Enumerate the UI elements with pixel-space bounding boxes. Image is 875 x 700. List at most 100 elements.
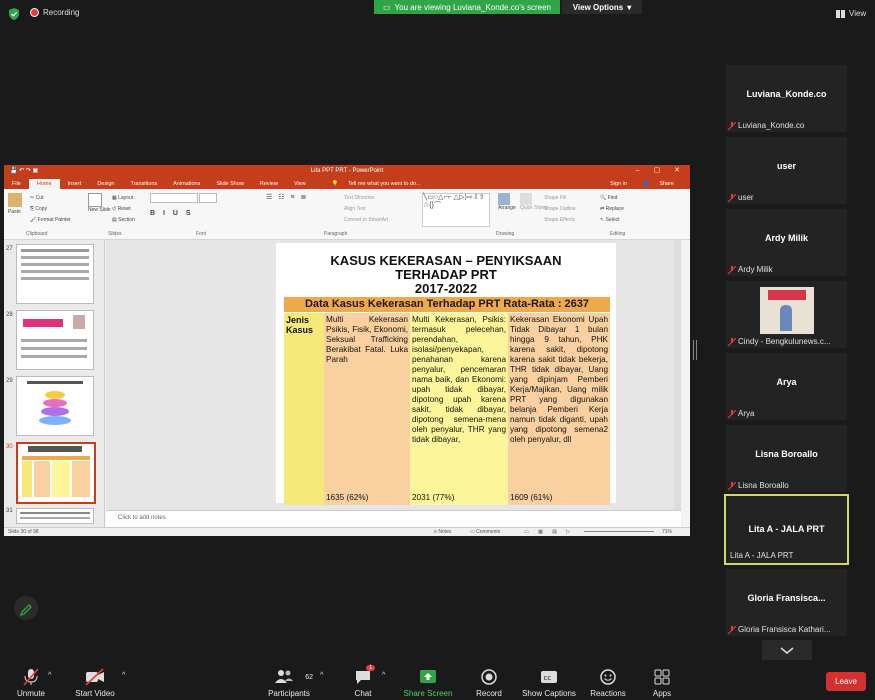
slide-thumbnail-30-selected[interactable]	[16, 442, 96, 504]
unmute-button[interactable]: Unmute	[14, 668, 48, 698]
chat-button[interactable]: 1 Chat	[348, 665, 378, 698]
font-size-select[interactable]	[199, 193, 218, 203]
tab-view[interactable]: View	[286, 179, 314, 189]
view-mode-buttons[interactable]: ▭ ▦ ▤ ▷	[524, 529, 574, 535]
split-divider-handle[interactable]	[693, 340, 697, 360]
paragraph-group-label: Paragraph	[324, 231, 348, 237]
replace-button[interactable]: ⇄ Replace	[600, 204, 624, 215]
tab-transitions[interactable]: Transitions	[122, 179, 165, 189]
shape-fill-button[interactable]: Shape Fill	[544, 193, 576, 204]
participant-tile[interactable]: Gloria Fransisca... Gloria Fransisca Kat…	[726, 569, 847, 636]
notes-pane[interactable]: Click to add notes	[106, 510, 681, 528]
share-screen-label: Share Screen	[403, 689, 453, 698]
security-shield-icon[interactable]	[8, 8, 20, 20]
slide-thumbnail-27[interactable]	[16, 244, 94, 304]
audio-options-caret[interactable]: ^	[48, 672, 51, 679]
slide-title-line2: TERHADAP PRT	[395, 267, 497, 282]
tab-animations[interactable]: Animations	[165, 179, 208, 189]
slide-thumbnail-29[interactable]	[16, 376, 94, 436]
new-slide-button[interactable]: New Slide	[88, 193, 111, 213]
chevron-down-icon: ▾	[627, 2, 632, 12]
view-button[interactable]: View	[836, 9, 866, 18]
tab-file[interactable]: File	[4, 179, 29, 189]
comments-toggle[interactable]: ▭ Comments	[470, 529, 500, 535]
font-name-select[interactable]	[150, 193, 198, 203]
shapes-gallery[interactable]: ╲▭○△⌐⌐ △▷⟩⇨⇩⇧ ☆{}⌒	[422, 193, 490, 227]
record-icon	[481, 669, 497, 685]
shared-screen[interactable]: Lita PPT PRT - PowerPoint 💾 ↶ ↷ ▣ – ▢ ✕ …	[4, 165, 690, 536]
share-button[interactable]: 👤 Share	[635, 179, 690, 189]
tab-insert[interactable]: Insert	[60, 179, 90, 189]
annotate-button[interactable]	[14, 596, 38, 620]
leave-label: Leave	[835, 677, 857, 686]
start-video-button[interactable]: Start Video	[72, 668, 118, 698]
reset-button[interactable]: ↺ Reset	[112, 204, 135, 215]
video-options-caret[interactable]: ^	[122, 672, 125, 679]
participant-tile[interactable]: Luviana_Konde.co Luviana_Konde.co	[726, 65, 847, 132]
tab-design[interactable]: Design	[89, 179, 122, 189]
show-captions-button[interactable]: cc Show Captions	[520, 668, 578, 698]
new-slide-label: New Slide	[88, 207, 111, 213]
reactions-button[interactable]: Reactions	[586, 668, 630, 698]
arrange-button[interactable]: Arrange	[498, 193, 516, 211]
participant-name: Luviana_Konde.co	[746, 89, 827, 99]
shape-outline-button[interactable]: Shape Outline	[544, 204, 576, 215]
paste-button[interactable]: Paste	[8, 193, 22, 215]
replace-label: Replace	[605, 206, 624, 212]
participant-tile[interactable]: Cindy - Bengkulunews.c...	[726, 281, 847, 348]
participants-options-caret[interactable]: ^	[320, 672, 323, 679]
slide-thumbnails-pane[interactable]: 27 28 29 30 31	[4, 240, 105, 527]
paragraph-controls[interactable]: ☰ ☷ ≡ ≣	[266, 193, 308, 201]
reactions-label: Reactions	[590, 689, 626, 698]
sign-in-link[interactable]: Sign in	[602, 179, 635, 189]
cut-button[interactable]: ✂ Cut	[30, 193, 71, 204]
notes-toggle[interactable]: ≡ Notes	[434, 529, 451, 535]
select-button[interactable]: ↖ Select	[600, 215, 624, 226]
tab-review[interactable]: Review	[252, 179, 286, 189]
slide-canvas[interactable]: KASUS KEKERASAN – PENYIKSAAN TERHADAP PR…	[106, 240, 681, 510]
participant-tile[interactable]: Ardy Milik Ardy Milik	[726, 209, 847, 276]
align-text-button[interactable]: Align Text	[344, 204, 388, 215]
participant-tile[interactable]: Lisna Boroallo Lisna Boroallo	[726, 425, 847, 492]
apps-button[interactable]: Apps	[648, 668, 676, 698]
participants-button[interactable]: 62 Participants	[265, 668, 313, 698]
participant-tile[interactable]: user user	[726, 137, 847, 204]
layout-button[interactable]: ▦ Layout	[112, 193, 135, 204]
slide-subtitle-bar: Data Kasus Kekerasan Terhadap PRT Rata-R…	[284, 297, 610, 312]
slide-thumbnail-31[interactable]	[16, 508, 94, 524]
current-slide[interactable]: KASUS KEKERASAN – PENYIKSAAN TERHADAP PR…	[276, 243, 616, 505]
participant-tile[interactable]: Arya Arya	[726, 353, 847, 420]
muted-mic-icon	[728, 121, 736, 130]
font-format-buttons[interactable]: B I U S	[150, 210, 217, 217]
find-button[interactable]: 🔍 Find	[600, 193, 624, 204]
participant-tile-active-speaker[interactable]: Lita A - JALA PRT Lita A - JALA PRT	[724, 494, 849, 565]
share-screen-button[interactable]: Share Screen	[400, 668, 456, 698]
convert-smartart-button[interactable]: Convert to SmartArt	[344, 215, 388, 226]
leave-button[interactable]: Leave	[826, 672, 866, 691]
record-button[interactable]: Record	[472, 668, 506, 698]
zoom-level[interactable]: 71%	[662, 529, 672, 535]
recording-indicator[interactable]: Recording	[30, 8, 79, 17]
participant-name: Gloria Fransisca...	[747, 593, 826, 603]
canvas-scrollbar[interactable]	[674, 240, 681, 510]
format-painter-button[interactable]: 🖌 Format Painter	[30, 215, 71, 226]
tab-home[interactable]: Home	[28, 179, 60, 189]
view-options-button[interactable]: View Options ▾	[562, 0, 642, 14]
copy-label: Copy	[35, 206, 48, 212]
section-button[interactable]: ▤ Section	[112, 215, 135, 226]
text-direction-button[interactable]: Text Direction	[344, 193, 388, 204]
tell-me-box[interactable]: 💡 Tell me what you want to do...	[324, 179, 437, 189]
tab-slide-show[interactable]: Slide Show	[208, 179, 252, 189]
gallery-scroll-down-button[interactable]	[762, 640, 812, 660]
copy-button[interactable]: ⎘ Copy	[30, 204, 71, 215]
viewing-banner-text: You are viewing Luviana_Konde.co's scree…	[394, 2, 551, 12]
window-controls[interactable]: – ▢ ✕	[636, 166, 686, 174]
ppt-ribbon-tabs[interactable]: File Home Insert Design Transitions Anim…	[4, 177, 690, 189]
shape-effects-button[interactable]: Shape Effects	[544, 215, 576, 226]
zoom-slider[interactable]	[584, 531, 654, 532]
slide-thumbnail-28[interactable]	[16, 310, 94, 370]
font-controls[interactable]: B I U S	[150, 193, 218, 217]
chat-options-caret[interactable]: ^	[382, 672, 385, 679]
comments-toggle-label: Comments	[476, 529, 501, 535]
quick-access-toolbar[interactable]: 💾 ↶ ↷ ▣	[10, 167, 38, 174]
